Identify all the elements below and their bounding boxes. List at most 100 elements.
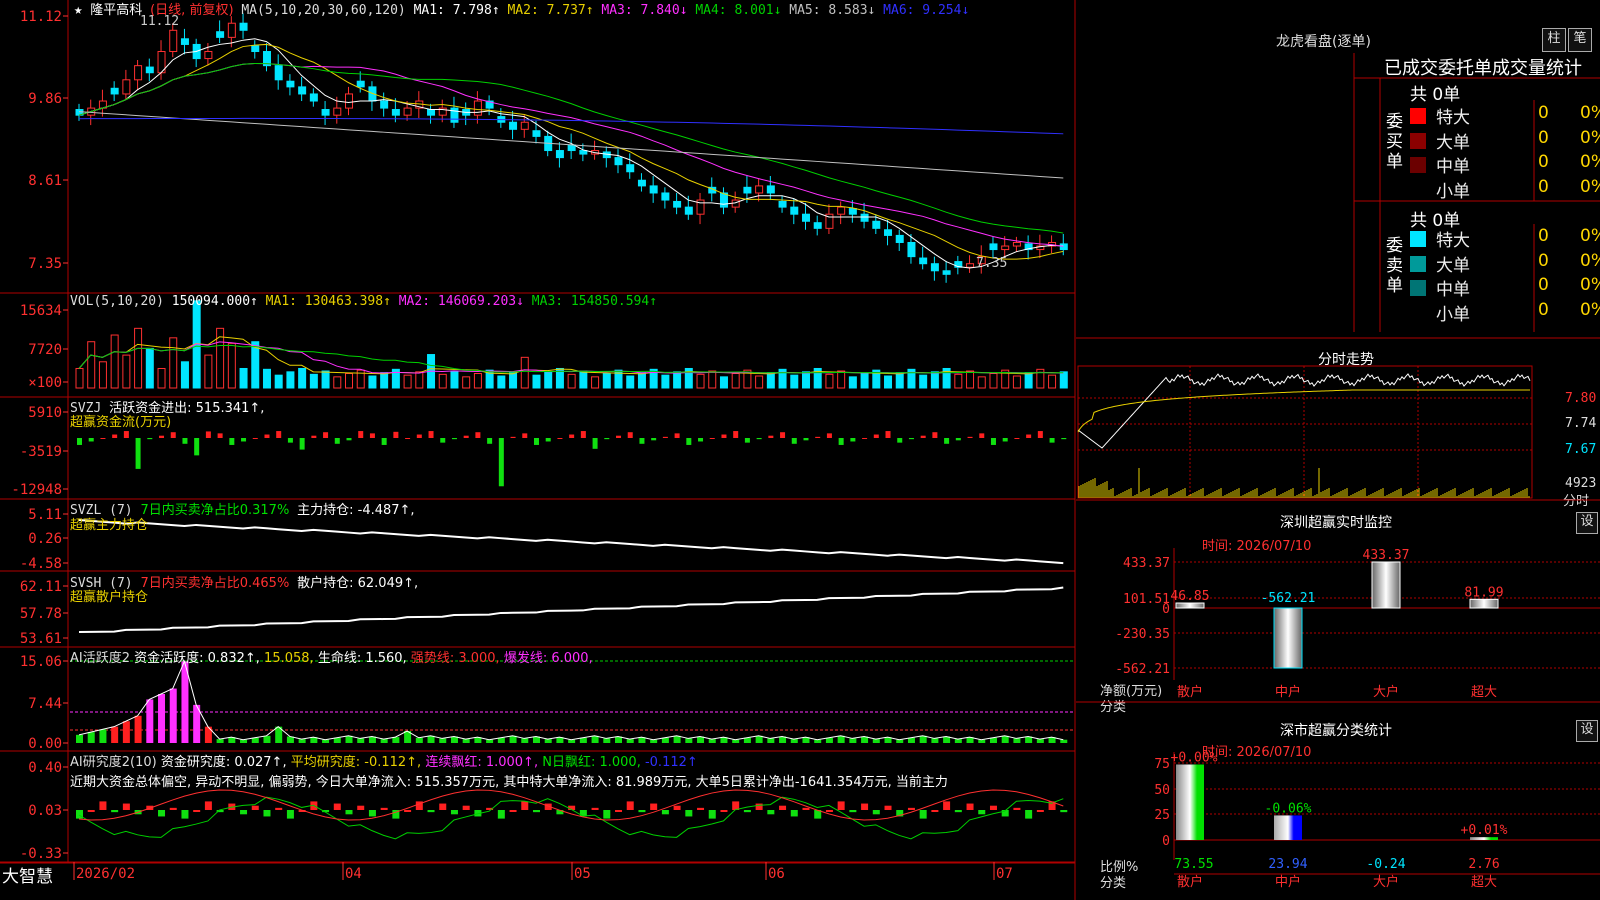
- sell-order-row: 中单 0 0%: [1410, 275, 1600, 300]
- ai2-bar: [638, 810, 646, 813]
- ai2-desc: 近期大资金总体偏空, 异动不明显, 偏弱势, 今日大单净流入: 515.357万…: [70, 775, 948, 790]
- candle-body: [661, 192, 670, 201]
- volume-bar: [567, 373, 576, 389]
- ai1-bar: [1036, 739, 1044, 743]
- main-chart-area[interactable]: 11.12 9.86 8.61 7.35 15634 7720 ×100 5910 -3519 -…: [0, 0, 1076, 900]
- svzj-bar: [475, 432, 481, 438]
- row-label: 小单: [1436, 304, 1470, 325]
- tick-mode-button[interactable]: 笔: [1568, 28, 1592, 52]
- ai2-bar: [1013, 807, 1021, 810]
- sell-order-row: 大单 0 0%: [1410, 251, 1600, 276]
- ai2-bar: [849, 810, 857, 813]
- volume-bar: [251, 341, 260, 389]
- volume-bar: [345, 373, 354, 389]
- intraday-y1: 7.80: [1565, 391, 1597, 406]
- color-swatch: [1410, 280, 1426, 296]
- volume-bar: [848, 376, 857, 389]
- vol-value: 150094.000↑: [171, 294, 258, 309]
- ai2-bar: [333, 803, 341, 810]
- candle-body: [778, 200, 787, 208]
- svzj-bar: [733, 431, 739, 438]
- svzj-bar: [276, 431, 282, 438]
- svzj-bar: [744, 438, 750, 443]
- ai1-bar: [872, 739, 880, 743]
- szmon-xlabel-title: 分类: [1100, 700, 1127, 715]
- longhu-title: 龙虎看盘(逐单): [1276, 34, 1371, 50]
- volume-bar: [1048, 374, 1057, 389]
- ai2-bar: [755, 803, 763, 810]
- volume-bar: [637, 372, 646, 389]
- candle-body: [532, 130, 541, 137]
- candle-body: [942, 270, 951, 275]
- svzj-bar: [838, 438, 844, 445]
- kline-high-label: 11.12: [140, 14, 180, 29]
- svzj-bar: [967, 436, 973, 438]
- ai1-bar: [732, 739, 740, 743]
- row-label: 中单: [1436, 157, 1470, 177]
- ai2-bar: [861, 803, 869, 810]
- svzl-pct: 7日内买卖净占比0.317%: [140, 503, 290, 518]
- intraday-title: 分时走势: [1318, 352, 1374, 368]
- svzj-bar: [1037, 431, 1043, 438]
- row-count: 0: [1538, 275, 1549, 295]
- candle-body: [848, 208, 857, 215]
- svzl-ytick: 5.11: [28, 507, 62, 523]
- volume-bar: [696, 373, 705, 389]
- svzj-bar: [147, 438, 153, 440]
- svzj-bar: [920, 435, 926, 438]
- color-swatch: [1410, 157, 1426, 173]
- intraday-vol-label: 4923: [1565, 476, 1597, 491]
- svzj-bar: [358, 431, 364, 438]
- ma5-value: MA5: 8.583↓: [789, 3, 876, 18]
- buy-order-row: 大单 0 0%: [1410, 127, 1600, 153]
- row-label: 中单: [1436, 280, 1470, 300]
- star-icon[interactable]: ★: [74, 2, 82, 18]
- candle-body: [837, 206, 846, 215]
- volume-bar: [661, 374, 670, 389]
- svzj-bar: [451, 438, 457, 440]
- ai1-bar: [685, 738, 693, 743]
- ai2-green-line: [78, 796, 1064, 840]
- ai1-bar: [439, 738, 447, 743]
- volume-bar: [497, 375, 506, 389]
- ai1-d: 强势线: 3.000,: [410, 651, 500, 666]
- volume-bar: [930, 371, 939, 389]
- svzj-bar: [159, 435, 165, 438]
- candle-body: [380, 100, 389, 109]
- ai2-bar: [615, 810, 623, 812]
- ai1-bar: [415, 737, 423, 743]
- candle-body: [204, 51, 213, 60]
- candle-body: [122, 79, 131, 95]
- candle-body: [919, 257, 928, 265]
- candle-body: [790, 206, 799, 215]
- row-percent: 0%: [1580, 127, 1600, 148]
- buy-side-label: 委买单: [1386, 112, 1403, 172]
- szmon-settings-button[interactable]: 设: [1576, 512, 1598, 534]
- ai2-bar: [837, 801, 845, 810]
- candle-body: [567, 144, 576, 152]
- svzj-bar: [709, 438, 715, 439]
- bar-mode-button[interactable]: 柱: [1542, 28, 1566, 52]
- volume-bar: [169, 337, 178, 389]
- ai1-a: 资金活跃度: 0.832↑,: [134, 651, 260, 666]
- svzj-bar: [264, 434, 270, 438]
- ai1-bar: [357, 738, 365, 743]
- ai2-bar: [1036, 810, 1044, 812]
- volume-bar: [262, 368, 271, 389]
- ai1-bar: [650, 739, 658, 743]
- ai2-bar: [345, 810, 353, 815]
- svsh-sub: 超赢散户持仓: [70, 590, 149, 605]
- svzj-bar: [241, 438, 247, 442]
- row-label: 大单: [1436, 132, 1470, 153]
- ai2-bar: [87, 810, 95, 812]
- volume-bar: [227, 342, 236, 389]
- ai2-bar: [380, 807, 388, 810]
- ai2-bar: [439, 803, 447, 810]
- candle-body: [274, 65, 283, 81]
- vol-ytick: 15634: [20, 303, 62, 319]
- volume-bar: [860, 373, 869, 389]
- svzj-bar: [651, 438, 657, 441]
- volume-bar: [708, 370, 717, 389]
- szstat-settings-button[interactable]: 设: [1576, 720, 1598, 742]
- order-stats-tabs[interactable]: 已成交委托单成交量统计: [1384, 54, 1582, 80]
